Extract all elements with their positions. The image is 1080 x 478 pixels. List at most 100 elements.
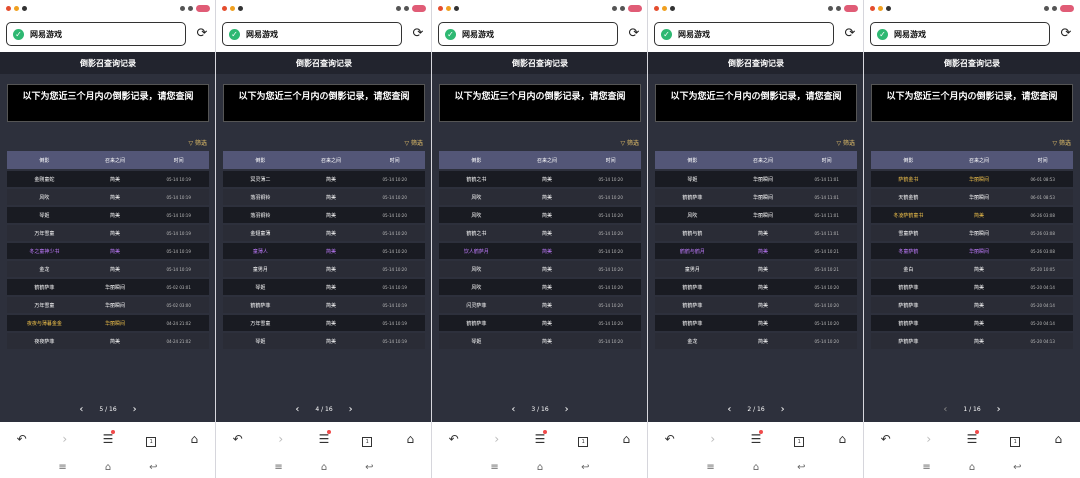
prev-page-button[interactable]: ‹ <box>943 404 947 415</box>
table-row: 金翅童薄 简美 05-14 10:20 <box>223 225 425 241</box>
system-home-icon[interactable]: ⌂ <box>321 462 327 473</box>
cell-name: 风吹 <box>687 212 698 219</box>
menu-icon[interactable]: ☰ <box>528 430 552 446</box>
filter-link[interactable]: ▽ 筛选 <box>836 138 855 147</box>
col-header-3: 时间 <box>173 157 184 164</box>
address-text: 网易游戏 <box>678 29 710 39</box>
cell-name: 鹤鹤与鹤 <box>682 230 703 237</box>
filter-link[interactable]: ▽ 筛选 <box>404 138 423 147</box>
menu-icon[interactable]: ☰ <box>96 430 120 446</box>
system-back-icon[interactable]: ↩ <box>365 462 373 473</box>
refresh-icon[interactable]: ⟳ <box>842 26 858 42</box>
next-page-button[interactable]: › <box>349 404 353 415</box>
system-home-icon[interactable]: ⌂ <box>105 462 111 473</box>
forward-icon[interactable]: › <box>701 432 725 446</box>
address-bar[interactable]: ✓ 网易游戏 <box>6 22 186 46</box>
system-back-icon[interactable]: ↩ <box>149 462 157 473</box>
col-header-2: 召来之间 <box>105 157 126 164</box>
cell-type: 简美 <box>974 212 985 219</box>
system-nav-bar: ≡ ⌂ ↩ <box>216 456 431 478</box>
home-icon[interactable]: ⌂ <box>398 432 422 446</box>
system-menu-icon[interactable]: ≡ <box>922 462 930 473</box>
refresh-icon[interactable]: ⟳ <box>194 26 210 42</box>
next-page-button[interactable]: › <box>997 404 1001 415</box>
system-back-icon[interactable]: ↩ <box>797 462 805 473</box>
tabs-icon[interactable]: 1 <box>787 432 811 447</box>
address-bar[interactable]: ✓ 网易游戏 <box>654 22 834 46</box>
forward-icon[interactable]: › <box>485 432 509 446</box>
back-icon[interactable]: ↶ <box>874 432 898 446</box>
table-body: 冥灵薄二 简美 05-14 10:20 落羽铜铃 简美 05-14 10:20 落羽铜铃 简美… <box>223 171 425 349</box>
table-row: 琴姬 简美 05-14 10:19 <box>223 333 425 349</box>
address-bar[interactable]: ✓ 网易游戏 <box>438 22 618 46</box>
menu-icon[interactable]: ☰ <box>960 430 984 446</box>
cell-type: 简美 <box>758 230 769 237</box>
table-row: 萨鹤萨菲 简美 05-20 04:14 <box>871 297 1073 313</box>
next-page-button[interactable]: › <box>133 404 137 415</box>
cell-name: 鹤鹤与鹤月 <box>679 248 705 255</box>
page-indicator: 3 / 16 <box>531 406 549 413</box>
cell-type: 简美 <box>542 212 553 219</box>
table-row: 落羽铜铃 简美 05-14 10:20 <box>223 207 425 223</box>
prev-page-button[interactable]: ‹ <box>295 404 299 415</box>
tabs-icon[interactable]: 1 <box>355 432 379 447</box>
prev-page-button[interactable]: ‹ <box>79 404 83 415</box>
home-icon[interactable]: ⌂ <box>830 432 854 446</box>
home-icon[interactable]: ⌂ <box>182 432 206 446</box>
system-home-icon[interactable]: ⌂ <box>753 462 759 473</box>
menu-icon[interactable]: ☰ <box>744 430 768 446</box>
forward-icon[interactable]: › <box>917 432 941 446</box>
cell-time: 05-14 10:19 <box>382 302 407 308</box>
cell-name: 童男月 <box>252 266 268 273</box>
address-bar[interactable]: ✓ 网易游戏 <box>870 22 1050 46</box>
filter-link[interactable]: ▽ 筛选 <box>188 138 207 147</box>
back-icon[interactable]: ↶ <box>226 432 250 446</box>
phone-screen: ✓ 网易游戏 ⟳ 倒影召查询记录 以下为您近三个月内の倒影记录，请您查阅 ▽ 筛… <box>216 0 432 478</box>
refresh-icon[interactable]: ⟳ <box>410 26 426 42</box>
cell-time: 05-26 03:08 <box>1030 230 1055 236</box>
forward-icon[interactable]: › <box>269 432 293 446</box>
system-home-icon[interactable]: ⌂ <box>537 462 543 473</box>
address-bar[interactable]: ✓ 网易游戏 <box>222 22 402 46</box>
cell-type: 简美 <box>110 248 121 255</box>
filter-link[interactable]: ▽ 筛选 <box>1052 138 1071 147</box>
tabs-icon[interactable]: 1 <box>1003 432 1027 447</box>
back-icon[interactable]: ↶ <box>442 432 466 446</box>
back-icon[interactable]: ↶ <box>658 432 682 446</box>
forward-icon[interactable]: › <box>53 432 77 446</box>
menu-icon[interactable]: ☰ <box>312 430 336 446</box>
cell-time: 05-14 10:19 <box>166 212 191 218</box>
cell-name: 琴姬 <box>255 284 266 291</box>
cell-name: 冥灵薄二 <box>250 176 271 183</box>
cell-name: 雪童萨鹤 <box>898 230 919 237</box>
prev-page-button[interactable]: ‹ <box>511 404 515 415</box>
table-row: 琴姬 简美 05-14 10:19 <box>7 207 209 223</box>
system-back-icon[interactable]: ↩ <box>1013 462 1021 473</box>
filter-link[interactable]: ▽ 筛选 <box>620 138 639 147</box>
refresh-icon[interactable]: ⟳ <box>1058 26 1074 42</box>
home-icon[interactable]: ⌂ <box>614 432 638 446</box>
system-menu-icon[interactable]: ≡ <box>706 462 714 473</box>
system-menu-icon[interactable]: ≡ <box>274 462 282 473</box>
prev-page-button[interactable]: ‹ <box>727 404 731 415</box>
cell-time: 05-14 10:20 <box>814 320 839 326</box>
cell-type: 华丽瞬间 <box>753 194 774 201</box>
system-menu-icon[interactable]: ≡ <box>490 462 498 473</box>
cell-name: 萨鹤萨菲 <box>898 302 919 309</box>
next-page-button[interactable]: › <box>565 404 569 415</box>
system-nav-bar: ≡ ⌂ ↩ <box>864 456 1080 478</box>
system-home-icon[interactable]: ⌂ <box>969 462 975 473</box>
refresh-icon[interactable]: ⟳ <box>626 26 642 42</box>
page-content: 倒影召查询记录 以下为您近三个月内の倒影记录，请您查阅 ▽ 筛选 倒影 召来之间… <box>432 52 647 422</box>
system-back-icon[interactable]: ↩ <box>581 462 589 473</box>
tabs-icon[interactable]: 1 <box>139 432 163 447</box>
tabs-icon[interactable]: 1 <box>571 432 595 447</box>
cell-time: 05-26 03:08 <box>1030 248 1055 254</box>
page-title: 倒影召查询记录 <box>80 59 136 68</box>
system-menu-icon[interactable]: ≡ <box>58 462 66 473</box>
back-icon[interactable]: ↶ <box>10 432 34 446</box>
cell-time: 05-14 10:19 <box>382 338 407 344</box>
home-icon[interactable]: ⌂ <box>1046 432 1070 446</box>
cell-type: 简美 <box>542 284 553 291</box>
next-page-button[interactable]: › <box>781 404 785 415</box>
